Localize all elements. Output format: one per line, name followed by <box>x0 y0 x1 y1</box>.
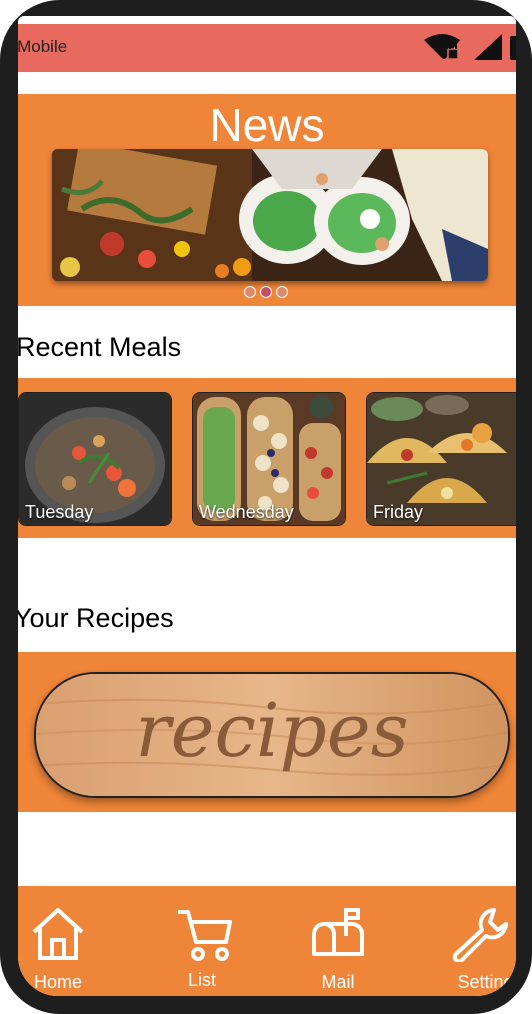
carousel-dot[interactable] <box>276 286 288 298</box>
recent-meals-title: Recent Meals <box>18 332 182 362</box>
meal-card-wednesday[interactable]: Wednesday <box>192 392 346 526</box>
cart-icon <box>178 910 232 961</box>
nav-label-list: List <box>187 970 216 990</box>
news-carousel[interactable] <box>52 149 488 281</box>
phone-frame: T-Mobile News <box>0 0 532 1014</box>
wooden-recipes-board: recipes <box>36 674 508 796</box>
recent-meals-strip: Tuesday Wednesday Friday <box>18 378 516 538</box>
carousel-dots <box>244 285 292 299</box>
nav-label-home: Home <box>33 972 82 992</box>
carousel-dot[interactable] <box>244 286 256 298</box>
home-icon <box>32 908 84 960</box>
news-title: News <box>209 99 325 151</box>
meal-label: Wednesday <box>199 502 294 522</box>
meal-label: Tuesday <box>25 502 94 522</box>
nav-label-mail: Mail <box>321 972 355 992</box>
your-recipes-title: Your Recipes <box>18 603 174 633</box>
carousel-dot-active[interactable] <box>260 286 272 298</box>
nav-home[interactable]: Home <box>18 886 118 996</box>
recipes-board-button[interactable]: recipes <box>34 672 510 798</box>
wifi-lock-icon <box>424 34 460 60</box>
salad-preparation-photo <box>52 149 488 281</box>
bottom-nav: Home List Mail Setting <box>18 886 516 996</box>
signal-icon <box>474 34 502 60</box>
nav-label-settings: Settings <box>457 972 516 992</box>
your-recipes-section: recipes <box>18 652 516 812</box>
nav-mail[interactable]: Mail <box>300 886 400 996</box>
wrench-icon <box>452 908 508 962</box>
nav-settings[interactable]: Settings <box>440 886 516 996</box>
meal-label: Friday <box>373 502 424 522</box>
status-icons <box>424 34 516 60</box>
mailbox-icon <box>312 908 364 956</box>
news-section: News <box>18 94 516 306</box>
status-bar: T-Mobile <box>18 24 516 72</box>
meal-card-tuesday[interactable]: Tuesday <box>18 392 172 526</box>
meal-card-friday[interactable]: Friday <box>366 392 516 526</box>
app-screen: T-Mobile News <box>18 16 516 996</box>
carrier-name: T-Mobile <box>18 37 68 56</box>
recipes-board-text: recipes <box>135 688 408 774</box>
battery-icon <box>510 36 516 60</box>
nav-list[interactable]: List <box>164 886 264 996</box>
